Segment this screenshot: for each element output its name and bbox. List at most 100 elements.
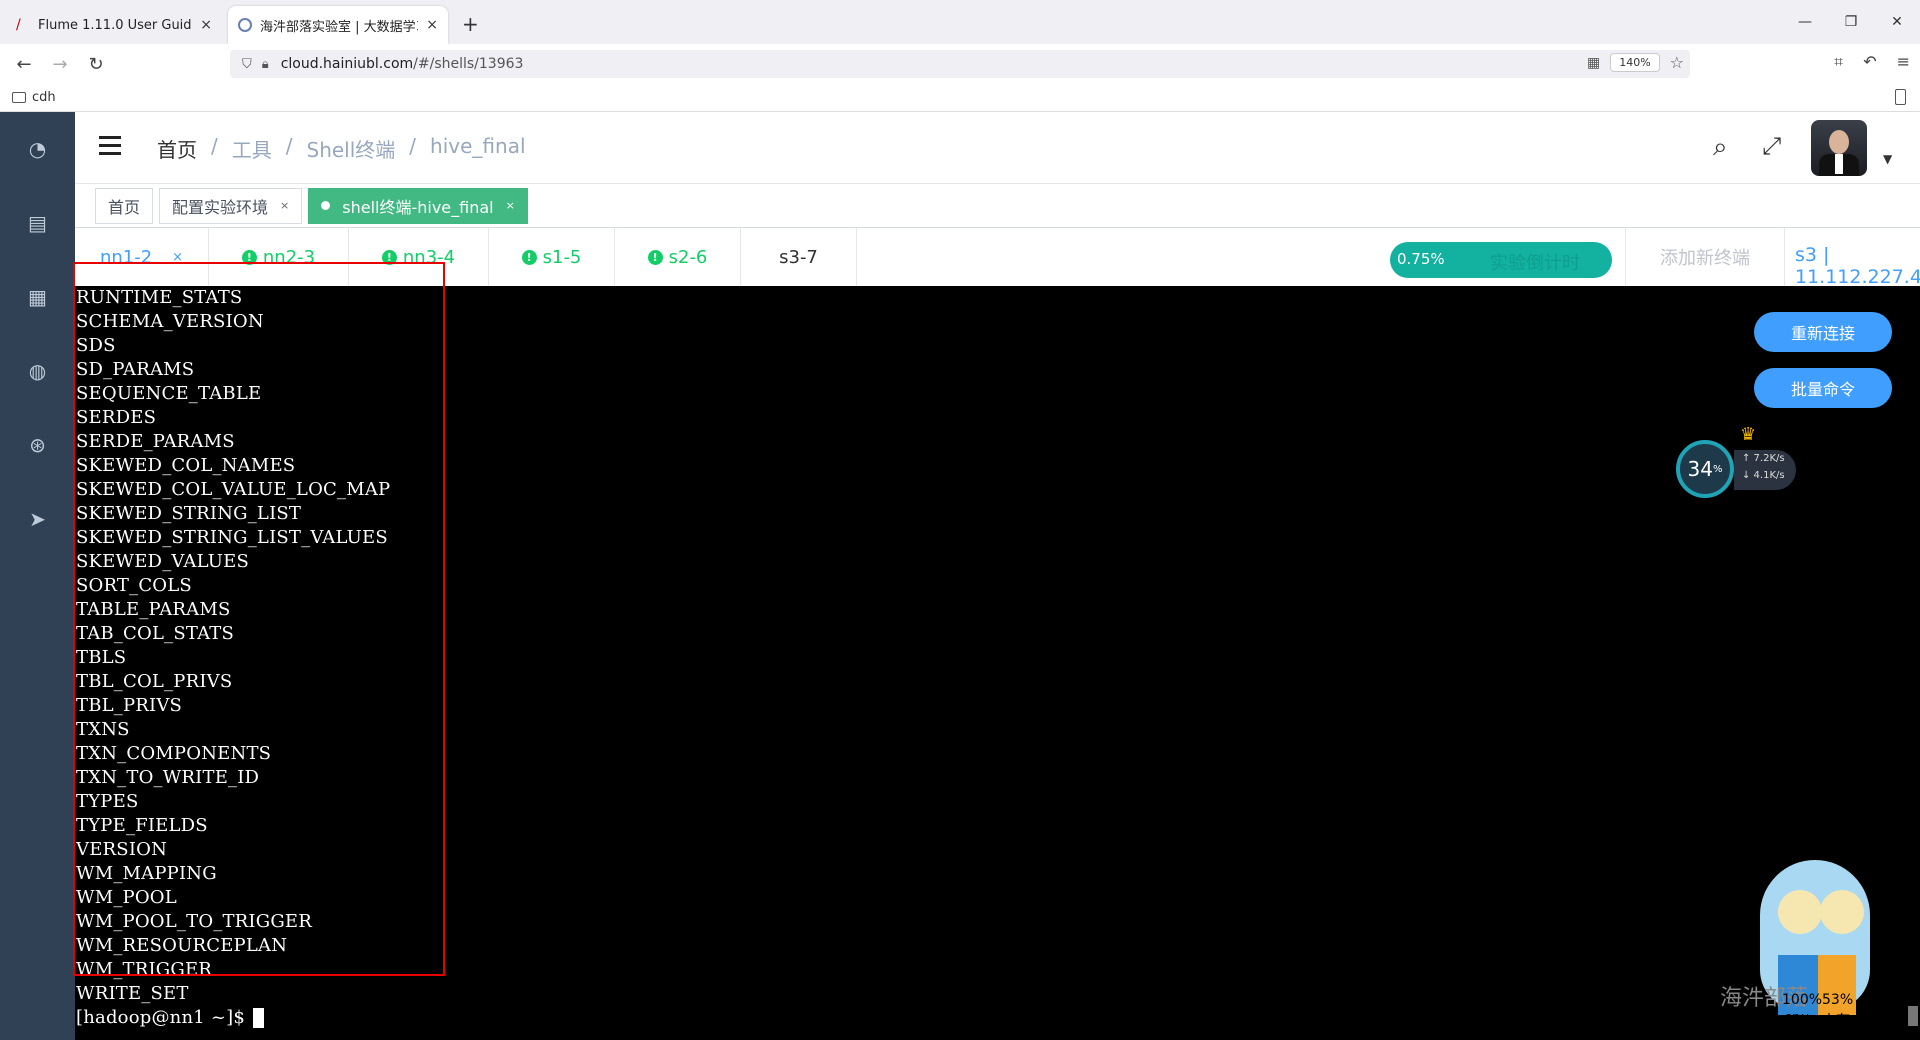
breadcrumb-current: hive_final — [430, 134, 526, 158]
breadcrumb-home[interactable]: 首页 — [157, 134, 197, 163]
close-icon[interactable]: × — [426, 17, 438, 33]
terminal-line: TYPES — [76, 791, 139, 812]
term-tab-label: nn3-4 — [402, 246, 456, 268]
star-icon[interactable]: ☆ — [1670, 53, 1684, 72]
term-tab-label: s3-7 — [779, 246, 818, 268]
minimize-button[interactable]: — — [1782, 0, 1828, 44]
breadcrumb-tools[interactable]: 工具 — [232, 134, 272, 163]
terminal-scrollbar[interactable] — [1906, 286, 1920, 1040]
terminal-line: SEQUENCE_TABLE — [76, 383, 262, 404]
progress-percent: 0.75% — [1397, 250, 1445, 268]
close-icon[interactable]: × — [172, 250, 183, 265]
terminal-line: SKEWED_COL_NAMES — [76, 455, 296, 476]
host-select-value: s3 | 11.112.227.4 — [1795, 244, 1920, 288]
document-icon[interactable]: ▤ — [27, 212, 49, 234]
active-dot-icon — [321, 201, 331, 210]
new-tab-button[interactable]: + — [462, 12, 479, 36]
terminal-line: WM_TRIGGER — [76, 959, 213, 980]
terminal-line: SCHEMA_VERSION — [76, 311, 264, 332]
term-tab-nn1-2[interactable]: nn1-2 × — [75, 228, 209, 286]
app-header: 首页 / 工具 / Shell终端 / hive_final ⌕ ⤢ ▼ — [75, 112, 1920, 184]
address-bar[interactable]: ⛉ 🔒︎ cloud.hainiubl.com /#/shells/13963 … — [230, 50, 1690, 78]
terminal-line: SD_PARAMS — [76, 359, 195, 380]
browser-tab-hainiu[interactable]: 海汼部落实验室 | 大数据学习云 × — [228, 6, 448, 44]
grid-icon[interactable]: ▦ — [27, 286, 49, 308]
terminal-line: VERSION — [76, 839, 168, 860]
terminal-line: WRITE_SET — [76, 983, 189, 1004]
dashboard-icon[interactable]: ◔ — [27, 138, 49, 160]
terminal-tabs: nn1-2 × ! nn2-3 ! nn3-4 ! s1-5 ! s2-6 s3… — [75, 228, 1920, 309]
add-terminal-button[interactable]: 添加新终端 — [1625, 228, 1785, 286]
caret-down-icon[interactable]: ▼ — [1883, 152, 1892, 166]
crop-icon[interactable]: ⌗ — [1834, 52, 1843, 72]
reconnect-button[interactable]: 重新连接 — [1754, 312, 1892, 352]
feather-icon: / — [16, 17, 21, 33]
url-path: /#/shells/13963 — [413, 56, 524, 72]
undo-icon[interactable]: ↶ — [1863, 52, 1876, 72]
warning-icon: ! — [241, 249, 257, 265]
browser-tab-title: 海汼部落实验室 | 大数据学习云 — [260, 19, 418, 35]
close-icon[interactable]: × — [280, 199, 289, 212]
tag-config-env[interactable]: 配置实验环境 × — [159, 187, 303, 224]
network-monitor-widget[interactable]: ♛ 34% ↑ 7.2K/s ↓ 4.1K/s — [1676, 424, 1796, 498]
term-tab-s2-6[interactable]: ! s2-6 — [615, 228, 741, 286]
mascot-eye — [1820, 890, 1864, 934]
window-close-button[interactable]: ✕ — [1874, 0, 1920, 44]
warning-icon: ! — [647, 249, 663, 265]
terminal-line: SDS — [76, 335, 116, 356]
term-tab-nn2-3[interactable]: ! nn2-3 — [209, 228, 349, 286]
batch-command-button[interactable]: 批量命令 — [1754, 368, 1892, 408]
zoom-level[interactable]: 140% — [1610, 53, 1660, 72]
terminal-line: TBL_PRIVS — [76, 695, 183, 716]
tag-label: shell终端-hive_final — [342, 197, 494, 217]
terminal-line: SKEWED_COL_VALUE_LOC_MAP — [76, 479, 391, 500]
term-tab-label: nn1-2 — [99, 246, 153, 268]
mascot-widget[interactable]: 海汼部落 100% 53% cpu 内存 — [1720, 860, 1880, 1040]
menu-icon[interactable]: ≡ — [1897, 52, 1910, 72]
tags-view: 首页 配置实验环境 × shell终端-hive_final × — [75, 184, 1920, 228]
mem-percent: 53% — [1822, 992, 1854, 1008]
search-icon[interactable]: ⌕ — [1713, 132, 1728, 163]
terminal-line: SORT_COLS — [76, 575, 192, 596]
forward-icon[interactable]: → — [42, 54, 78, 75]
fullscreen-icon[interactable]: ⤢ — [1762, 132, 1781, 160]
tag-home[interactable]: 首页 — [95, 187, 154, 224]
bookmark-cdh[interactable]: cdh — [32, 90, 56, 105]
terminal-line: SKEWED_STRING_LIST_VALUES — [76, 527, 388, 548]
breadcrumb-shell[interactable]: Shell终端 — [307, 134, 396, 163]
close-icon[interactable]: × — [200, 17, 212, 33]
crown-icon: ♛ — [1740, 424, 1757, 445]
lifebuoy-icon[interactable]: ⊛ — [27, 434, 49, 456]
qr-icon[interactable]: ▦ — [1587, 55, 1600, 71]
term-tab-s3-7[interactable]: s3-7 — [741, 228, 857, 286]
close-icon[interactable]: × — [506, 199, 515, 212]
terminal-line: TAB_COL_STATS — [76, 623, 235, 644]
terminal-line: TXN_COMPONENTS — [76, 743, 272, 764]
term-tab-s1-5[interactable]: ! s1-5 — [489, 228, 615, 286]
terminal-line: TYPE_FIELDS — [76, 815, 208, 836]
zoom-area: ▦ 140% ☆ — [1587, 53, 1684, 72]
terminal[interactable]: RUNTIME_STATS SCHEMA_VERSION SDS SD_PARAMS S… — [75, 286, 1920, 1040]
terminal-line: TXNS — [76, 719, 130, 740]
tag-shell-hive-final[interactable]: shell终端-hive_final × — [308, 187, 528, 224]
lock-icon: 🔒︎ — [261, 56, 269, 72]
term-tab-nn3-4[interactable]: ! nn3-4 — [349, 228, 489, 286]
terminal-line: RUNTIME_STATS — [76, 287, 243, 308]
cpu-percent: 100% — [1782, 992, 1823, 1008]
back-icon[interactable]: ← — [6, 54, 42, 75]
browser-tab-flume[interactable]: / Flume 1.11.0 User Guide — A × — [6, 6, 222, 44]
mascot-eye — [1778, 890, 1822, 934]
globe-icon[interactable]: ◍ — [27, 360, 49, 382]
term-tab-label: nn2-3 — [262, 246, 316, 268]
reload-icon[interactable]: ↻ — [78, 54, 114, 75]
restore-button[interactable]: ❐ — [1828, 0, 1874, 44]
network-percent-ring: 34% — [1676, 440, 1734, 498]
hamburger-icon[interactable] — [99, 136, 121, 156]
mobile-icon[interactable] — [1895, 89, 1906, 105]
network-percent-unit: % — [1712, 463, 1723, 475]
avatar[interactable] — [1811, 120, 1867, 176]
send-icon[interactable]: ➤ — [27, 508, 49, 530]
term-tab-label: s1-5 — [542, 246, 582, 268]
download-speed: ↓ 4.1K/s — [1742, 470, 1785, 481]
breadcrumb: 首页 / 工具 / Shell终端 / hive_final — [157, 134, 526, 163]
